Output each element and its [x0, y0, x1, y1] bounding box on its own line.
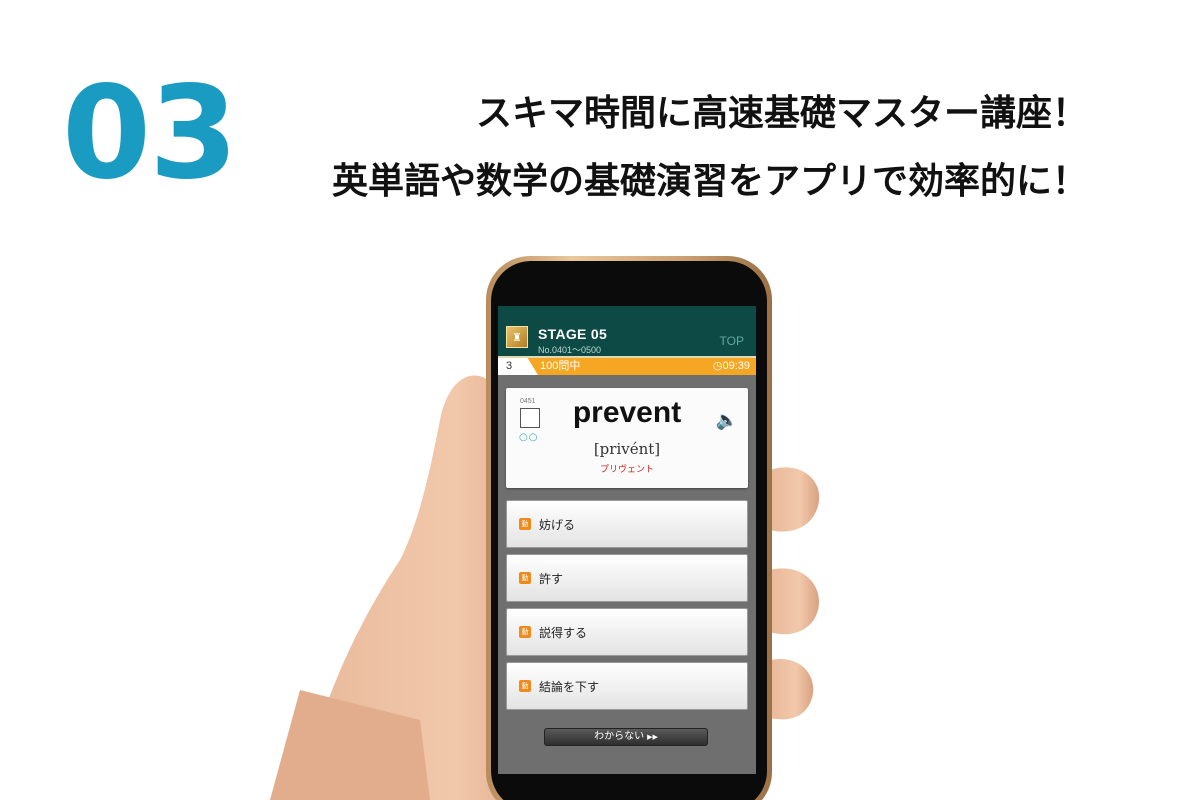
top-button[interactable]: TOP — [720, 334, 744, 348]
answer-label: 許す — [539, 571, 564, 586]
answer-label: 妨げる — [539, 517, 576, 532]
speaker-icon[interactable]: 🔈 — [716, 410, 738, 431]
verb-icon: 動 — [519, 626, 531, 638]
phone-notch — [563, 271, 695, 295]
question-total: 100問中 — [540, 360, 581, 372]
answer-option-2[interactable]: 動 許す — [506, 554, 748, 602]
app-screen: ♜ STAGE 05 No.0401〜0500 TOP 3 100問中 ◷09:… — [498, 306, 756, 774]
answer-option-3[interactable]: 動 説得する — [506, 608, 748, 656]
app-header: ♜ STAGE 05 No.0401〜0500 TOP — [498, 306, 756, 358]
vocab-word: prevent — [572, 396, 682, 429]
verb-icon: 動 — [519, 572, 531, 584]
progress-bar: 3 100問中 ◷09:39 — [498, 358, 756, 375]
verb-icon: 動 — [519, 680, 531, 692]
stage-title: STAGE 05 — [538, 326, 608, 342]
stage-range: No.0401〜0500 — [538, 345, 602, 355]
word-card: 0451 ○○ prevent 🔈 [privént] プリヴェント — [506, 388, 748, 488]
dont-know-button[interactable]: わからない ▶▶ — [544, 728, 708, 746]
answer-option-4[interactable]: 動 結論を下す — [506, 662, 748, 710]
pronunciation: [privént] — [593, 440, 661, 458]
timer-value: 09:39 — [722, 360, 750, 372]
fast-forward-icon: ▶▶ — [647, 733, 658, 741]
dont-know-label: わからない — [594, 731, 645, 742]
answer-option-1[interactable]: 動 妨げる — [506, 500, 748, 548]
answer-label: 説得する — [539, 625, 588, 640]
verb-icon: 動 — [519, 518, 531, 530]
answer-label: 結論を下す — [539, 679, 600, 694]
app-logo-icon: ♜ — [506, 326, 528, 348]
timer: ◷09:39 — [713, 358, 750, 375]
katakana-reading: プリヴェント — [599, 465, 654, 475]
answer-list: 動 妨げる 動 許す 動 説得する 動 結論を下す — [506, 500, 748, 716]
question-number: 3 — [498, 358, 538, 375]
